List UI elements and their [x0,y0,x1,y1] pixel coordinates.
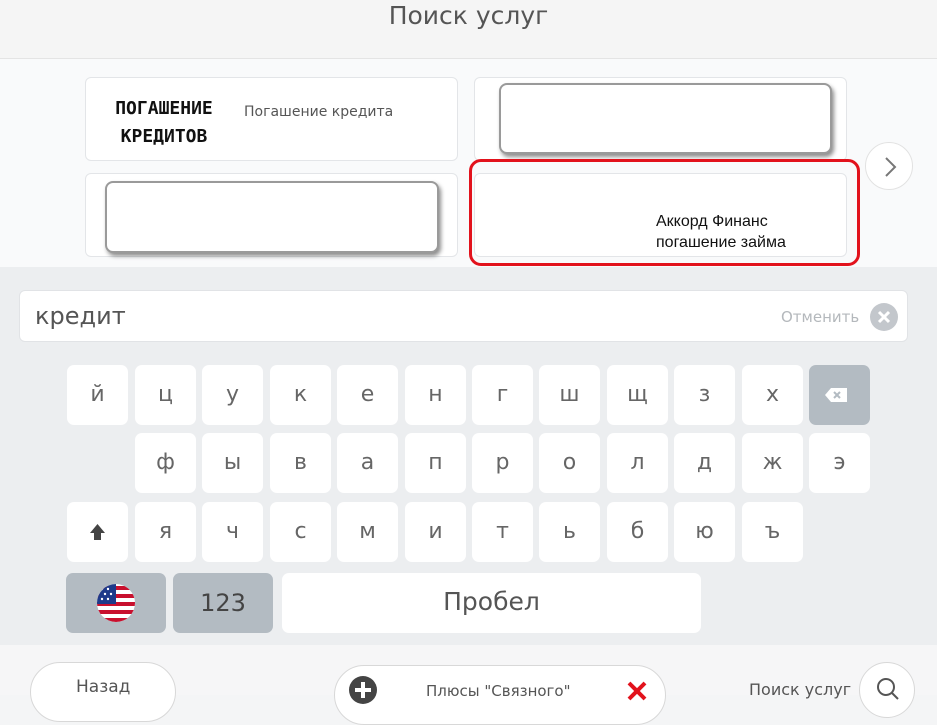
result-card-3[interactable] [85,173,458,257]
shift-arrow-icon [90,524,105,540]
search-input[interactable]: кредит Отменить [19,290,908,342]
key-ц[interactable]: ц [135,365,196,425]
search-value: кредит [35,302,126,330]
key-г[interactable]: г [472,365,533,425]
key-д[interactable]: д [674,433,735,493]
logo-line-1: ПОГАШЕНИЕ [115,98,213,119]
key-н[interactable]: н [405,365,466,425]
key-и[interactable]: и [405,502,466,562]
header: Поиск услуг [0,0,937,59]
backspace-button[interactable] [809,365,870,425]
key-ъ[interactable]: ъ [742,502,803,562]
annotation-line-1: Аккорд Финанс [656,213,768,230]
result-card-pogashenie-kredita[interactable]: ПОГАШЕНИЕ КРЕДИТОВ Погашение кредита [85,77,458,161]
close-icon [627,681,647,701]
key-с[interactable]: с [270,502,331,562]
shift-button[interactable] [67,502,128,562]
key-у[interactable]: у [202,365,263,425]
key-й[interactable]: й [67,365,128,425]
language-switch-button[interactable] [66,573,166,633]
key-т[interactable]: т [472,502,533,562]
pluses-svyaznogo-button[interactable]: Плюсы "Связного" [334,665,666,725]
close-icon [877,310,891,324]
key-б[interactable]: б [607,502,668,562]
logo-line-2: КРЕДИТОВ [120,126,208,147]
chevron-right-icon [885,157,897,177]
key-о[interactable]: о [539,433,600,493]
key-я[interactable]: я [135,502,196,562]
key-ф[interactable]: ф [135,433,196,493]
key-ж[interactable]: ж [742,433,803,493]
akkord-annotation: Аккорд Финанс погашение займа [656,211,786,253]
clear-icon[interactable] [870,303,898,331]
page-title: Поиск услуг [388,1,549,30]
key-м[interactable]: м [337,502,398,562]
annotation-line-2: погашение займа [656,234,786,251]
search-icon [877,678,899,700]
result-card-2[interactable] [474,77,847,161]
card-label: Погашение кредита [244,104,394,120]
back-label: Назад [76,677,131,697]
key-х[interactable]: х [742,365,803,425]
key-л[interactable]: л [607,433,668,493]
pluses-label: Плюсы "Связного" [426,682,571,700]
key-в[interactable]: в [270,433,331,493]
cancel-button[interactable]: Отменить [781,308,859,326]
key-п[interactable]: п [405,433,466,493]
next-page-button[interactable] [865,142,913,190]
plus-icon [349,676,377,704]
search-services-button[interactable] [859,662,915,718]
backspace-icon [825,388,847,402]
key-ш[interactable]: ш [539,365,600,425]
search-services-label[interactable]: Поиск услуг [749,680,851,699]
key-щ[interactable]: щ [607,365,668,425]
redacted-logo [105,181,439,253]
key-ч[interactable]: ч [202,502,263,562]
footer-bar: Назад Плюсы "Связного" Поиск услуг [0,645,937,725]
redacted-logo [499,83,832,154]
key-р[interactable]: р [472,433,533,493]
space-button[interactable]: Пробел [282,573,701,633]
key-ь[interactable]: ь [539,502,600,562]
back-button[interactable]: Назад [30,662,176,722]
us-flag-icon [97,584,135,622]
numbers-button[interactable]: 123 [173,573,273,633]
key-ы[interactable]: ы [202,433,263,493]
key-к[interactable]: к [270,365,331,425]
key-ю[interactable]: ю [674,502,735,562]
key-е[interactable]: е [337,365,398,425]
provider-logo: ПОГАШЕНИЕ КРЕДИТОВ [96,95,232,151]
key-а[interactable]: а [337,433,398,493]
key-з[interactable]: з [674,365,735,425]
key-э[interactable]: э [809,433,870,493]
